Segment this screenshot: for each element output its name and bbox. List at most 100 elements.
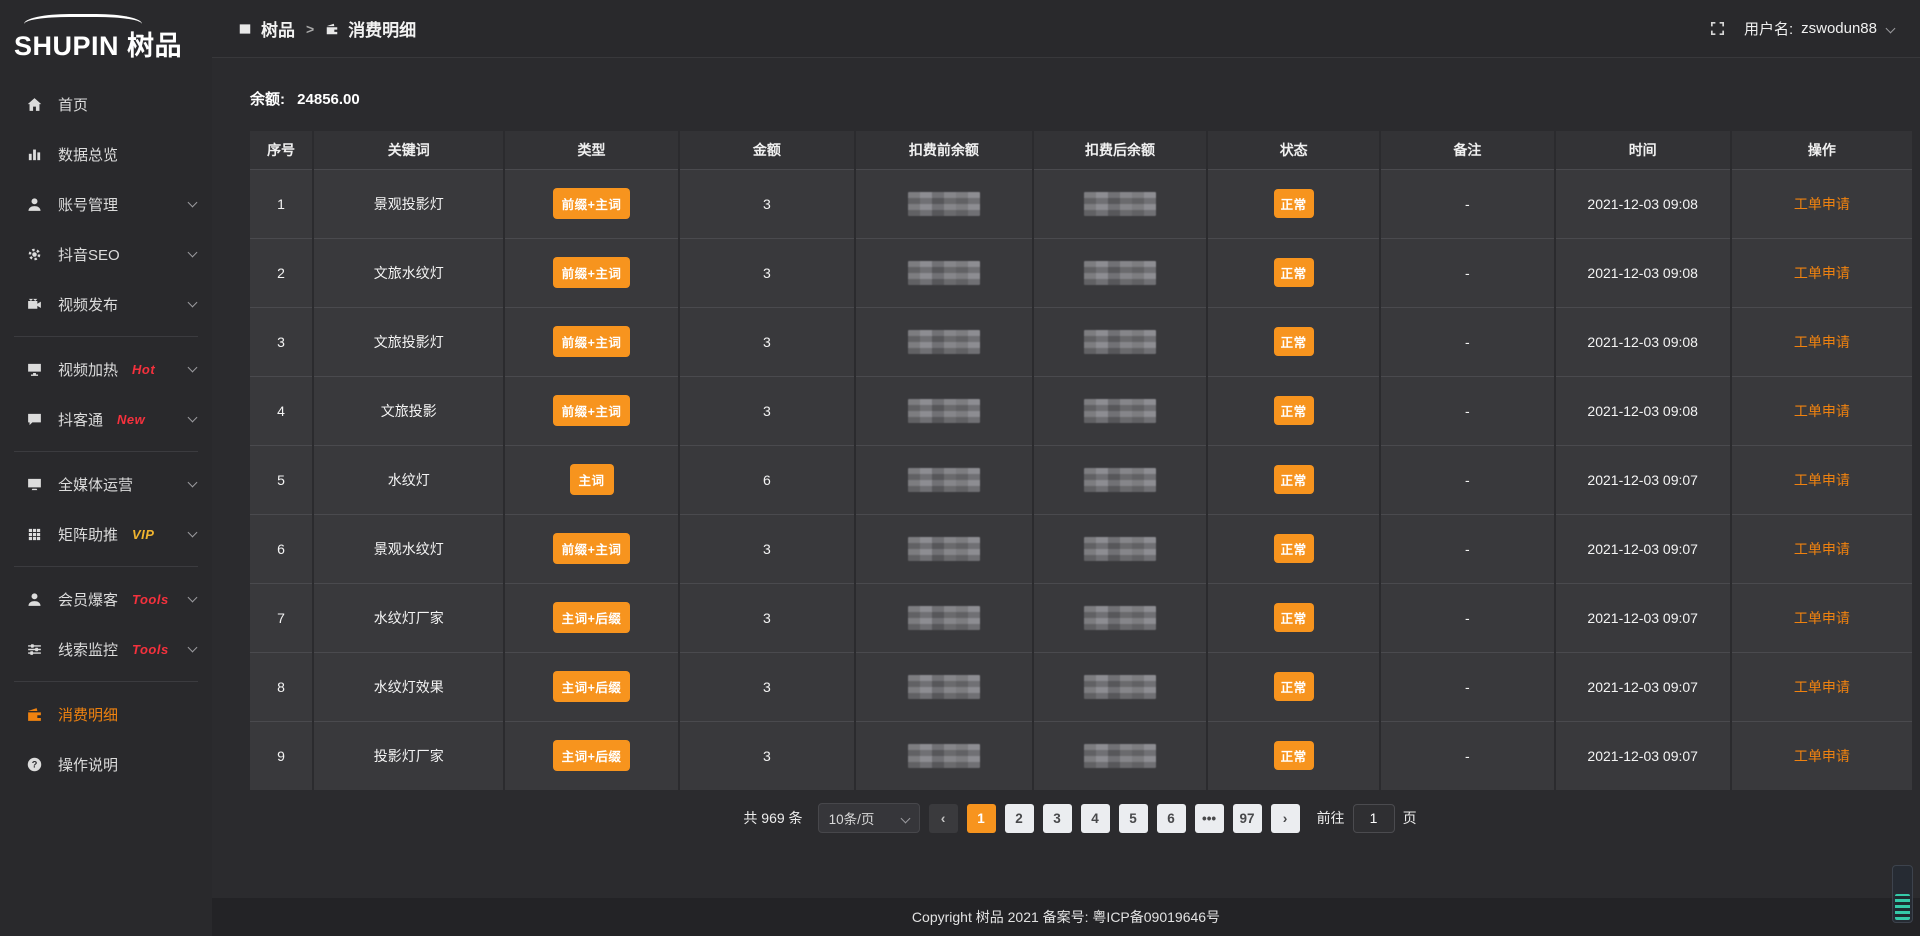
cell-balance-before bbox=[855, 307, 1033, 376]
column-header: 扣费前余额 bbox=[855, 131, 1033, 169]
censored-value bbox=[908, 537, 980, 561]
floating-widget[interactable] bbox=[1892, 865, 1913, 923]
goto-page-input[interactable] bbox=[1353, 804, 1395, 833]
work-order-link[interactable]: 工单申请 bbox=[1794, 541, 1850, 557]
cell-index: 2 bbox=[250, 238, 313, 307]
censored-value bbox=[908, 330, 980, 354]
fullscreen-icon[interactable] bbox=[1709, 20, 1726, 37]
sidebar-item-1[interactable]: 首页 bbox=[0, 79, 212, 129]
sidebar-item-6[interactable]: 视频加热Hot bbox=[0, 344, 212, 394]
page-button-6[interactable]: 6 bbox=[1157, 804, 1186, 833]
sidebar-item-label: 消费明细 bbox=[58, 704, 118, 725]
prev-page-button[interactable]: ‹ bbox=[929, 804, 958, 833]
censored-value bbox=[908, 744, 980, 768]
censored-value bbox=[908, 192, 980, 216]
page-button-2[interactable]: 2 bbox=[1005, 804, 1034, 833]
cell-type: 主词+后缀 bbox=[504, 652, 679, 721]
sidebar-item-3[interactable]: 账号管理 bbox=[0, 179, 212, 229]
table-body: 1景观投影灯前缀+主词3正常-2021-12-03 09:08工单申请2文旅水纹… bbox=[250, 169, 1912, 790]
breadcrumb: 树品 > 消费明细 bbox=[238, 16, 416, 41]
status-badge: 正常 bbox=[1274, 396, 1314, 425]
cell-balance-before bbox=[855, 514, 1033, 583]
top-bar: 树品 > 消费明细 用户名: zswodun88 bbox=[212, 0, 1920, 58]
topbar-right: 用户名: zswodun88 bbox=[1709, 18, 1894, 39]
censored-value bbox=[1084, 261, 1156, 285]
monitor-icon bbox=[26, 476, 43, 493]
column-header: 备注 bbox=[1380, 131, 1555, 169]
cell-balance-after bbox=[1033, 169, 1208, 238]
status-badge: 正常 bbox=[1274, 327, 1314, 356]
sidebar-item-5[interactable]: 视频发布 bbox=[0, 279, 212, 329]
work-order-link[interactable]: 工单申请 bbox=[1794, 610, 1850, 626]
sidebar-item-4[interactable]: 抖音SEO bbox=[0, 229, 212, 279]
cell-type: 前缀+主词 bbox=[504, 307, 679, 376]
status-badge: 正常 bbox=[1274, 465, 1314, 494]
cell-amount: 6 bbox=[679, 445, 855, 514]
cell-keyword: 文旅投影灯 bbox=[313, 307, 504, 376]
page-size-select[interactable]: 10条/页 bbox=[818, 803, 920, 833]
cell-time: 2021-12-03 09:08 bbox=[1555, 238, 1731, 307]
cell-action: 工单申请 bbox=[1731, 169, 1912, 238]
work-order-link[interactable]: 工单申请 bbox=[1794, 196, 1850, 212]
page-button-3[interactable]: 3 bbox=[1043, 804, 1072, 833]
sidebar-item-12[interactable]: 消费明细 bbox=[0, 689, 212, 739]
chevron-down-icon bbox=[188, 248, 198, 258]
cell-keyword: 水纹灯效果 bbox=[313, 652, 504, 721]
type-badge: 前缀+主词 bbox=[553, 188, 631, 219]
cell-type: 主词+后缀 bbox=[504, 721, 679, 790]
cell-balance-after bbox=[1033, 514, 1208, 583]
status-badge: 正常 bbox=[1274, 672, 1314, 701]
type-badge: 主词+后缀 bbox=[553, 602, 631, 633]
cell-remark: - bbox=[1380, 583, 1555, 652]
user-menu[interactable]: 用户名: zswodun88 bbox=[1744, 18, 1894, 39]
cell-balance-after bbox=[1033, 652, 1208, 721]
page-button-97[interactable]: 97 bbox=[1233, 804, 1262, 833]
censored-value bbox=[1084, 606, 1156, 630]
sidebar-item-9[interactable]: 矩阵助推VIP bbox=[0, 509, 212, 559]
sidebar-item-7[interactable]: 抖客通New bbox=[0, 394, 212, 444]
cell-keyword: 文旅投影 bbox=[313, 376, 504, 445]
sidebar: SHUPIN 树品 首页数据总览账号管理抖音SEO视频发布视频加热Hot抖客通N… bbox=[0, 0, 212, 936]
page-button-4[interactable]: 4 bbox=[1081, 804, 1110, 833]
work-order-link[interactable]: 工单申请 bbox=[1794, 265, 1850, 281]
page-button-1[interactable]: 1 bbox=[967, 804, 996, 833]
sidebar-item-10[interactable]: 会员爆客Tools bbox=[0, 574, 212, 624]
column-header: 状态 bbox=[1207, 131, 1380, 169]
goto-suffix: 页 bbox=[1403, 808, 1417, 828]
sidebar-item-8[interactable]: 全媒体运营 bbox=[0, 459, 212, 509]
sidebar-item-2[interactable]: 数据总览 bbox=[0, 129, 212, 179]
work-order-link[interactable]: 工单申请 bbox=[1794, 403, 1850, 419]
breadcrumb-item-home[interactable]: 树品 bbox=[261, 16, 295, 41]
cell-remark: - bbox=[1380, 721, 1555, 790]
work-order-link[interactable]: 工单申请 bbox=[1794, 334, 1850, 350]
prev-arrow-icon: ‹ bbox=[941, 811, 946, 825]
type-badge: 前缀+主词 bbox=[553, 326, 631, 357]
work-order-link[interactable]: 工单申请 bbox=[1794, 748, 1850, 764]
next-page-button[interactable]: › bbox=[1271, 804, 1300, 833]
column-header: 操作 bbox=[1731, 131, 1912, 169]
wallet-icon bbox=[26, 706, 43, 723]
sidebar-item-13[interactable]: ?操作说明 bbox=[0, 739, 212, 789]
chevron-down-icon bbox=[188, 198, 198, 208]
logo-text: SHUPIN 树品 bbox=[14, 24, 212, 63]
cell-amount: 3 bbox=[679, 238, 855, 307]
cell-action: 工单申请 bbox=[1731, 376, 1912, 445]
status-badge: 正常 bbox=[1274, 741, 1314, 770]
balance-label: 余额: bbox=[250, 91, 285, 108]
work-order-link[interactable]: 工单申请 bbox=[1794, 679, 1850, 695]
cell-index: 3 bbox=[250, 307, 313, 376]
next-arrow-icon: › bbox=[1283, 811, 1288, 825]
type-badge: 前缀+主词 bbox=[553, 395, 631, 426]
table-row: 4文旅投影前缀+主词3正常-2021-12-03 09:08工单申请 bbox=[250, 376, 1912, 445]
work-order-link[interactable]: 工单申请 bbox=[1794, 472, 1850, 488]
censored-value bbox=[1084, 192, 1156, 216]
goto-page: 前往 页 bbox=[1317, 804, 1417, 833]
goto-label: 前往 bbox=[1317, 808, 1345, 828]
sidebar-item-11[interactable]: 线索监控Tools bbox=[0, 624, 212, 674]
page-ellipsis-button[interactable]: ••• bbox=[1195, 804, 1224, 833]
cell-status: 正常 bbox=[1207, 238, 1380, 307]
chevron-down-icon bbox=[188, 363, 198, 373]
column-header: 金额 bbox=[679, 131, 855, 169]
page-button-5[interactable]: 5 bbox=[1119, 804, 1148, 833]
cell-type: 主词+后缀 bbox=[504, 583, 679, 652]
